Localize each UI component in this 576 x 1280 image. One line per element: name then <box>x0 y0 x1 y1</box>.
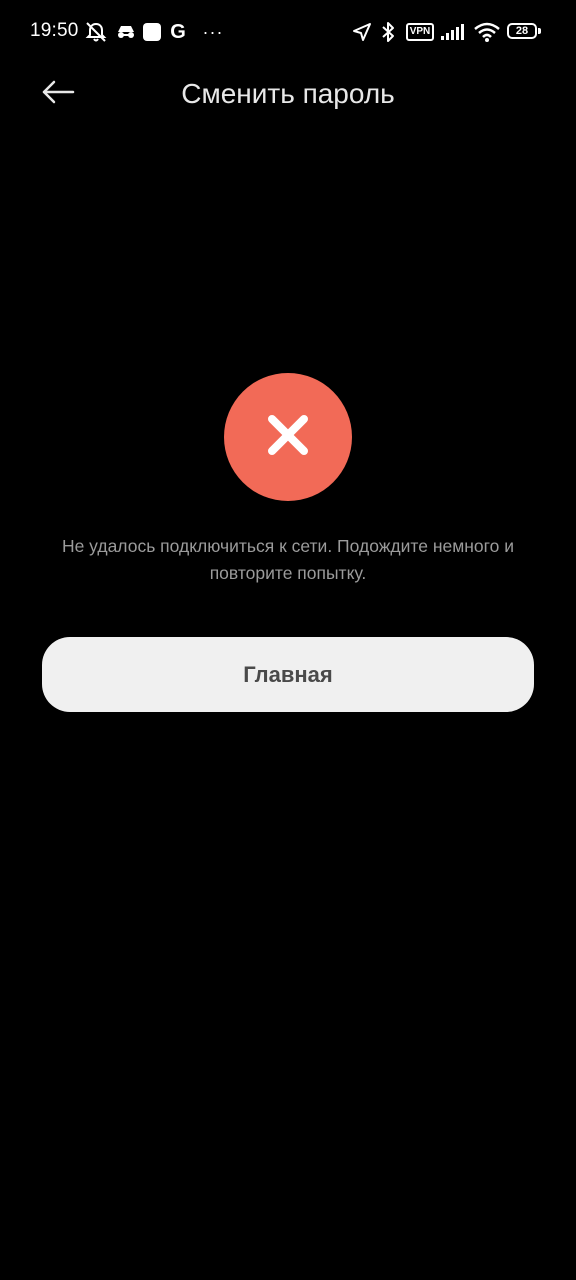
incognito-icon <box>115 20 137 44</box>
google-icon: G <box>170 21 186 43</box>
wifi-icon <box>473 20 501 44</box>
error-message: Не удалось подключиться к сети. Подождит… <box>61 536 515 583</box>
muted-alarm-icon <box>84 20 108 44</box>
status-bar: 19:50 G ··· VPN 28 <box>0 0 576 64</box>
vpn-icon: VPN <box>405 20 435 44</box>
location-arrow-icon <box>350 20 374 44</box>
more-dots-icon: ··· <box>202 22 224 42</box>
home-button[interactable]: Главная <box>42 637 534 712</box>
battery-tip <box>538 28 541 34</box>
app-square-icon <box>142 20 162 44</box>
signal-icon <box>440 20 468 44</box>
bluetooth-icon <box>377 20 399 44</box>
close-icon <box>266 413 310 462</box>
vpn-badge: VPN <box>405 23 435 41</box>
status-time: 19:50 <box>30 20 79 41</box>
battery-icon: 28 <box>507 23 537 39</box>
error-status-badge <box>224 373 352 501</box>
page-title: Сменить пароль <box>181 78 395 109</box>
